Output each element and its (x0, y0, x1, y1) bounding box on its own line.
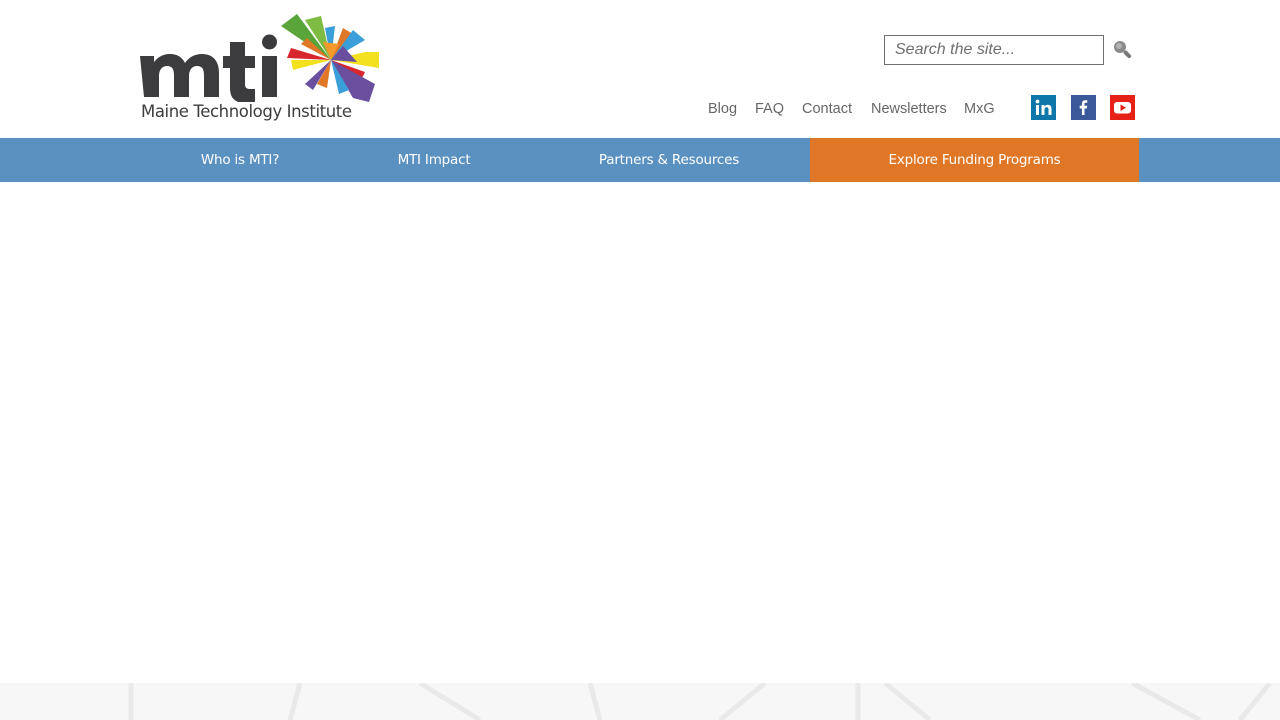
nav-who-is-mti[interactable]: Who is MTI? (140, 138, 340, 182)
footer-background (0, 683, 1280, 720)
util-nav-newsletters[interactable]: Newsletters (871, 101, 947, 117)
mti-logo[interactable]: Maine Technology Institute (138, 12, 382, 128)
facebook-icon[interactable] (1071, 95, 1096, 120)
linkedin-icon[interactable] (1031, 95, 1056, 120)
main-content (0, 182, 1280, 682)
nav-mti-impact[interactable]: MTI Impact (340, 138, 528, 182)
youtube-icon[interactable] (1110, 95, 1135, 120)
util-nav-blog[interactable]: Blog (708, 101, 737, 117)
site-header: Maine Technology Institute Blog FAQ Cont… (0, 0, 1280, 138)
search-icon[interactable] (1112, 39, 1134, 61)
search-input[interactable] (885, 36, 1095, 64)
nav-explore-funding-programs[interactable]: Explore Funding Programs (810, 138, 1139, 182)
util-nav-mxg[interactable]: MxG (964, 101, 995, 117)
util-nav-faq[interactable]: FAQ (755, 101, 784, 117)
decorative-lines (128, 683, 1272, 720)
main-nav: Who is MTI? MTI Impact Partners & Resour… (0, 138, 1280, 182)
search-field[interactable] (884, 35, 1104, 65)
logo-subtitle: Maine Technology Institute (141, 102, 352, 121)
mti-logo-mark (140, 14, 379, 102)
nav-partners-resources[interactable]: Partners & Resources (528, 138, 810, 182)
util-nav-contact[interactable]: Contact (802, 101, 852, 117)
